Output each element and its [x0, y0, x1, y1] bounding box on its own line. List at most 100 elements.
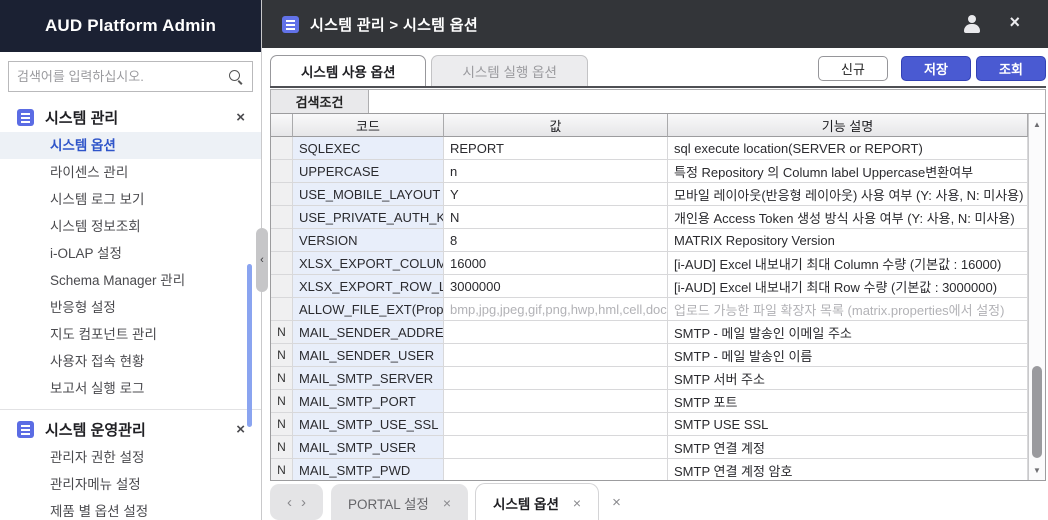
grid-scrollbar-thumb[interactable]	[1032, 366, 1042, 458]
cell-flag[interactable]: N	[271, 459, 293, 480]
cell-flag[interactable]: N	[271, 436, 293, 459]
sidebar-item[interactable]: 시스템 로그 보기	[0, 186, 261, 213]
cell-value[interactable]	[444, 390, 668, 413]
new-button[interactable]: 신규	[818, 56, 888, 81]
sidebar-item[interactable]: 관리자메뉴 설정	[0, 471, 261, 498]
cell-value[interactable]	[444, 459, 668, 480]
cell-flag[interactable]: N	[271, 344, 293, 367]
cell-description[interactable]: 업로드 가능한 파일 확장자 목록 (matrix.properties에서 설…	[668, 298, 1028, 321]
bottom-tab[interactable]: PORTAL 설정×	[331, 484, 468, 520]
sidebar-collapse-handle[interactable]: ‹	[256, 228, 268, 292]
cell-value[interactable]: N	[444, 206, 668, 229]
cell-flag[interactable]: N	[271, 390, 293, 413]
cell-value[interactable]: REPORT	[444, 137, 668, 160]
table-row[interactable]: NMAIL_SMTP_SERVERSMTP 서버 주소	[271, 367, 1028, 390]
sidebar-item[interactable]: 사용자 접속 현황	[0, 348, 261, 375]
cell-description[interactable]: SMTP 포트	[668, 390, 1028, 413]
tab-active[interactable]: 시스템 사용 옵션	[270, 55, 426, 86]
sidebar-scrollbar-thumb[interactable]	[247, 264, 252, 427]
cell-value[interactable]	[444, 321, 668, 344]
cell-flag[interactable]: N	[271, 367, 293, 390]
column-header-code[interactable]: 코드	[293, 114, 444, 137]
sidebar-section-header[interactable]: 시스템 관리×	[0, 102, 261, 132]
sidebar-item[interactable]: 제품 별 옵션 설정	[0, 498, 261, 520]
cell-flag[interactable]	[271, 229, 293, 252]
table-row[interactable]: NMAIL_SENDER_ADDRES...SMTP - 메일 발송인 이메일 …	[271, 321, 1028, 344]
cell-description[interactable]: 특정 Repository 의 Column label Uppercase변환…	[668, 160, 1028, 183]
search-input[interactable]	[17, 69, 228, 84]
cell-code[interactable]: XLSX_EXPORT_COLUMN...	[293, 252, 444, 275]
cell-description[interactable]: [i-AUD] Excel 내보내기 최대 Row 수량 (기본값 : 3000…	[668, 275, 1028, 298]
cell-value[interactable]	[444, 367, 668, 390]
cell-flag[interactable]	[271, 252, 293, 275]
cell-flag[interactable]	[271, 160, 293, 183]
prev-tab-icon[interactable]: ‹	[287, 494, 292, 511]
cell-value[interactable]: Y	[444, 183, 668, 206]
cell-code[interactable]: UPPERCASE	[293, 160, 444, 183]
column-header-value[interactable]: 값	[444, 114, 668, 137]
table-row[interactable]: UPPERCASEn특정 Repository 의 Column label U…	[271, 160, 1028, 183]
table-row[interactable]: XLSX_EXPORT_ROW_LIMIT3000000[i-AUD] Exce…	[271, 275, 1028, 298]
cell-flag[interactable]: N	[271, 413, 293, 436]
cell-description[interactable]: SMTP 연결 계정	[668, 436, 1028, 459]
next-tab-icon[interactable]: ›	[301, 494, 306, 511]
cell-flag[interactable]	[271, 298, 293, 321]
sidebar-item[interactable]: Schema Manager 관리	[0, 267, 261, 294]
cell-code[interactable]: MAIL_SMTP_USE_SSL	[293, 413, 444, 436]
sidebar-item[interactable]: 라이센스 관리	[0, 159, 261, 186]
close-icon[interactable]: ×	[236, 110, 245, 125]
search-condition-input[interactable]	[369, 89, 1046, 114]
table-row[interactable]: SQLEXECREPORTsql execute location(SERVER…	[271, 137, 1028, 160]
table-row[interactable]: VERSION8MATRIX Repository Version	[271, 229, 1028, 252]
cell-description[interactable]: 개인용 Access Token 생성 방식 사용 여부 (Y: 사용, N: …	[668, 206, 1028, 229]
save-button[interactable]: 저장	[901, 56, 971, 81]
search-button[interactable]: 조회	[976, 56, 1046, 81]
close-icon[interactable]: ×	[443, 495, 451, 511]
cell-code[interactable]: MAIL_SMTP_PORT	[293, 390, 444, 413]
cell-code[interactable]: MAIL_SENDER_USER	[293, 344, 444, 367]
table-row[interactable]: NMAIL_SMTP_PORT SMTP 포트	[271, 390, 1028, 413]
cell-value[interactable]	[444, 344, 668, 367]
scroll-down-icon[interactable]: ▼	[1029, 462, 1045, 478]
cell-description[interactable]: SMTP - 메일 발송인 이름	[668, 344, 1028, 367]
table-row[interactable]: NMAIL_SENDER_USER SMTP - 메일 발송인 이름	[271, 344, 1028, 367]
cell-value[interactable]	[444, 413, 668, 436]
cell-description[interactable]: [i-AUD] Excel 내보내기 최대 Column 수량 (기본값 : 1…	[668, 252, 1028, 275]
sidebar-item[interactable]: 지도 컴포넌트 관리	[0, 321, 261, 348]
cell-flag[interactable]	[271, 206, 293, 229]
cell-code[interactable]: XLSX_EXPORT_ROW_LIMIT	[293, 275, 444, 298]
cell-code[interactable]: MAIL_SMTP_SERVER	[293, 367, 444, 390]
table-row[interactable]: ALLOW_FILE_EXT(Propert...bmp,jpg,jpeg,gi…	[271, 298, 1028, 321]
cell-code[interactable]: MAIL_SMTP_PWD	[293, 459, 444, 480]
cell-description[interactable]: SMTP 연결 계정 암호	[668, 459, 1028, 480]
close-icon[interactable]: ×	[612, 494, 621, 511]
cell-code[interactable]: ALLOW_FILE_EXT(Propert...	[293, 298, 444, 321]
cell-flag[interactable]	[271, 275, 293, 298]
sidebar-item[interactable]: 반응형 설정	[0, 294, 261, 321]
cell-flag[interactable]: N	[271, 321, 293, 344]
close-icon[interactable]: ×	[1009, 12, 1020, 34]
cell-value[interactable]: n	[444, 160, 668, 183]
sidebar-item[interactable]: 시스템 정보조회	[0, 213, 261, 240]
tab-inactive[interactable]: 시스템 실행 옵션	[431, 55, 587, 86]
cell-flag[interactable]	[271, 183, 293, 206]
table-row[interactable]: USE_PRIVATE_AUTH_KEYN개인용 Access Token 생성…	[271, 206, 1028, 229]
cell-value[interactable]: bmp,jpg,jpeg,gif,png,hwp,hml,cell,doc,d.…	[444, 298, 668, 321]
cell-description[interactable]: 모바일 레이아웃(반응형 레이아웃) 사용 여부 (Y: 사용, N: 미사용)	[668, 183, 1028, 206]
cell-description[interactable]: SMTP - 메일 발송인 이메일 주소	[668, 321, 1028, 344]
cell-description[interactable]: SMTP USE SSL	[668, 413, 1028, 436]
cell-code[interactable]: SQLEXEC	[293, 137, 444, 160]
cell-value[interactable]: 16000	[444, 252, 668, 275]
table-row[interactable]: NMAIL_SMTP_PWD SMTP 연결 계정 암호	[271, 459, 1028, 480]
column-header-flag[interactable]	[271, 114, 293, 137]
bottom-tab[interactable]: 시스템 옵션×	[476, 484, 598, 520]
cell-description[interactable]: sql execute location(SERVER or REPORT)	[668, 137, 1028, 160]
cell-description[interactable]: MATRIX Repository Version	[668, 229, 1028, 252]
cell-value[interactable]: 3000000	[444, 275, 668, 298]
user-icon[interactable]	[962, 15, 982, 33]
sidebar-item[interactable]: i-OLAP 설정	[0, 240, 261, 267]
cell-value[interactable]: 8	[444, 229, 668, 252]
cell-flag[interactable]	[271, 137, 293, 160]
close-icon[interactable]: ×	[236, 422, 245, 437]
scroll-up-icon[interactable]: ▲	[1029, 116, 1045, 132]
